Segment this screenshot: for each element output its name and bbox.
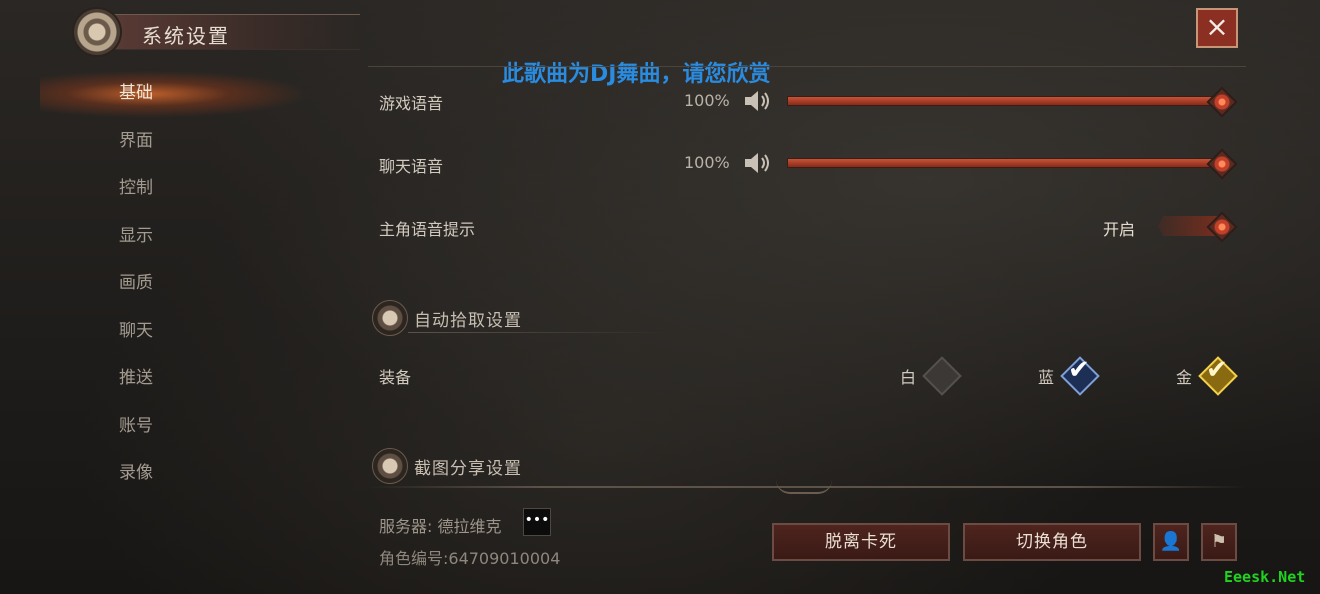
gold-quality-label: 金 (1176, 368, 1193, 387)
screenshot-share-header: 截图分享设置 (372, 448, 672, 484)
treasure-chest-icon (372, 300, 408, 336)
sidebar-item-display[interactable]: 显示 (40, 213, 310, 261)
chat-voice-label: 聊天语音 (379, 157, 444, 176)
white-quality-label: 白 (900, 368, 917, 387)
game-voice-slider-knob[interactable] (1206, 86, 1238, 118)
sidebar-item-interface[interactable]: 界面 (40, 118, 310, 166)
white-quality-checkbox[interactable] (922, 356, 962, 396)
sidebar-item-basic[interactable]: 基础 (40, 70, 310, 118)
more-options-icon[interactable]: ••• (523, 508, 551, 536)
window-title-bar: 系统设置 (70, 6, 370, 55)
treasure-chest-icon (372, 448, 408, 484)
site-watermark: Eeesk.Net (1224, 568, 1306, 586)
server-name: 服务器: 德拉维克 (379, 517, 502, 536)
settings-sidebar: 基础 界面 控制 显示 画质 聊天 推送 账号 录像 (40, 70, 310, 498)
chat-voice-slider-track[interactable] (787, 158, 1223, 168)
chat-voice-slider-knob[interactable] (1206, 148, 1238, 180)
blue-quality-label: 蓝 (1038, 368, 1055, 387)
auto-pickup-title: 自动拾取设置 (414, 311, 522, 331)
unstuck-button[interactable]: 脱离卡死 (772, 523, 950, 561)
section-underline (408, 332, 668, 333)
divider-ornament (776, 480, 832, 494)
sidebar-item-account[interactable]: 账号 (40, 403, 310, 451)
sidebar-item-push[interactable]: 推送 (40, 355, 310, 403)
sidebar-item-controls[interactable]: 控制 (40, 165, 310, 213)
game-voice-slider-track[interactable] (787, 96, 1223, 106)
close-button[interactable]: × (1196, 8, 1238, 48)
sidebar-item-chat[interactable]: 聊天 (40, 308, 310, 356)
game-voice-label: 游戏语音 (379, 94, 444, 113)
person-icon[interactable]: 👤 (1153, 523, 1189, 561)
window-title: 系统设置 (142, 24, 230, 48)
equipment-label: 装备 (379, 368, 412, 387)
hero-voice-label: 主角语音提示 (379, 220, 476, 239)
hero-voice-state: 开启 (1103, 220, 1136, 239)
sidebar-item-recording[interactable]: 录像 (40, 450, 310, 498)
role-id: 角色编号:64709010004 (379, 549, 561, 568)
speaker-icon[interactable] (743, 88, 773, 114)
game-voice-percent: 100% (684, 91, 730, 110)
speaker-icon[interactable] (743, 150, 773, 176)
chat-voice-percent: 100% (684, 153, 730, 172)
music-notice: 此歌曲为DJ舞曲，请您欣赏 (502, 62, 771, 87)
flag-icon[interactable]: ⚑ (1201, 523, 1237, 561)
check-icon: ✔ (1068, 355, 1090, 385)
settings-gear-icon (74, 9, 120, 55)
sidebar-item-graphics[interactable]: 画质 (40, 260, 310, 308)
switch-role-button[interactable]: 切换角色 (963, 523, 1141, 561)
auto-pickup-header: 自动拾取设置 (372, 300, 672, 336)
content-top-divider (368, 66, 1246, 67)
check-icon: ✔ (1206, 355, 1228, 385)
screenshot-share-title: 截图分享设置 (414, 459, 522, 479)
